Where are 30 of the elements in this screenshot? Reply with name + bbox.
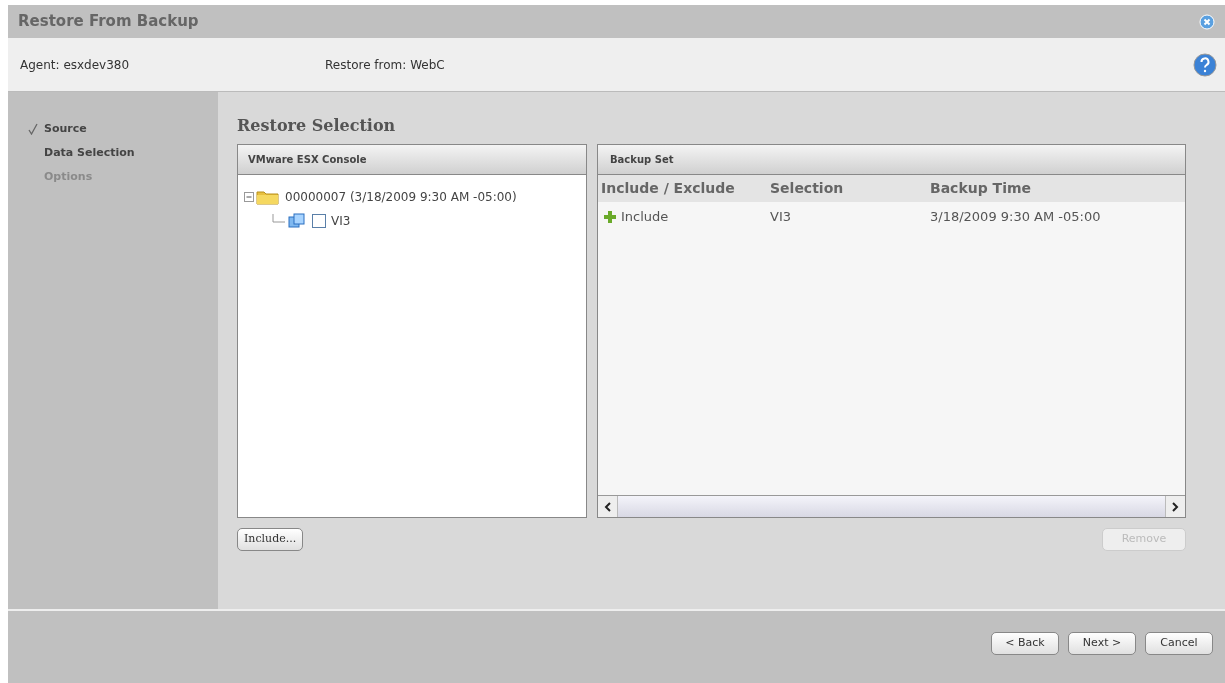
table-cell-text: 3/18/2009 9:30 AM -05:00 bbox=[930, 208, 1102, 227]
wizard-button[interactable]: Cancel bbox=[1145, 632, 1213, 655]
scroll-left-button[interactable] bbox=[598, 496, 618, 517]
step-label[interactable]: Data Selection bbox=[44, 144, 135, 162]
window-title: Restore From Backup bbox=[18, 11, 199, 33]
virtual-machine-icon bbox=[288, 212, 306, 230]
restore-source-label: Restore from: WebC bbox=[325, 56, 445, 74]
table-cell-text: Include bbox=[621, 208, 669, 227]
column-header: Backup Time bbox=[930, 179, 1033, 198]
close-icon[interactable] bbox=[1199, 13, 1215, 30]
tree-item-label[interactable]: 00000007 (3/18/2009 9:30 AM -05:00) bbox=[285, 188, 517, 206]
tree-item-label[interactable]: VI3 bbox=[331, 212, 351, 230]
help-icon[interactable] bbox=[1193, 52, 1217, 77]
include-button[interactable]: Include... bbox=[237, 528, 304, 551]
step-label[interactable]: Source bbox=[44, 120, 87, 138]
agent-label: Agent: esxdev380 bbox=[20, 56, 131, 74]
plus-icon bbox=[604, 211, 616, 223]
wizard-button[interactable]: < Back bbox=[991, 632, 1059, 655]
wizard-button[interactable]: Next > bbox=[1068, 632, 1136, 655]
scroll-right-button[interactable] bbox=[1165, 496, 1185, 517]
horizontal-scrollbar[interactable] bbox=[598, 495, 1185, 517]
checkbox[interactable] bbox=[312, 214, 326, 228]
panel-header: VMware ESX Console bbox=[238, 145, 586, 175]
panel-header: Backup Set bbox=[598, 145, 1185, 175]
table-cell-text: VI3 bbox=[770, 208, 792, 227]
column-header: Selection bbox=[770, 179, 845, 198]
expander-icon[interactable] bbox=[244, 192, 254, 202]
folder-icon bbox=[256, 189, 280, 205]
section-title: Restore Selection bbox=[237, 115, 397, 137]
column-header: Include / Exclude bbox=[600, 179, 736, 198]
